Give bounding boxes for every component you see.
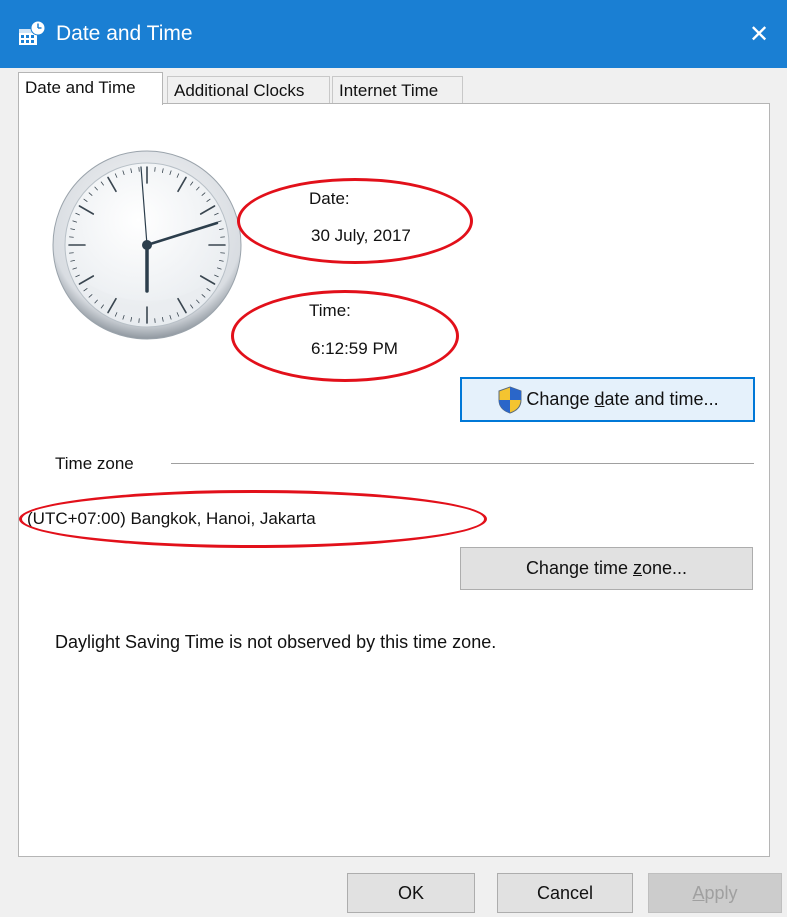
tab-panel-date-and-time: Date: 30 July, 2017 Time: 6:12:59 PM Cha…: [18, 103, 770, 857]
dialog-footer: OK Cancel Apply: [0, 857, 787, 917]
tab-internet-time[interactable]: Internet Time: [332, 76, 463, 104]
change-date-and-time-label: Change date and time...: [526, 389, 719, 409]
time-label: Time:: [309, 301, 351, 320]
close-icon: ✕: [748, 20, 770, 48]
tab-date-and-time[interactable]: Date and Time: [18, 72, 163, 105]
change-date-and-time-button[interactable]: Change date and time...: [460, 377, 755, 422]
tab-additional-clocks[interactable]: Additional Clocks: [167, 76, 330, 104]
apply-button[interactable]: Apply: [648, 873, 782, 913]
apply-label: Apply: [692, 882, 738, 903]
uac-shield-icon: [498, 385, 522, 414]
red-annotation-ellipse: [237, 178, 473, 264]
time-zone-group-label: Time zone: [55, 454, 134, 473]
analog-clock-icon: [52, 150, 242, 340]
group-divider: [171, 463, 754, 464]
close-button[interactable]: ✕: [731, 0, 787, 68]
change-time-zone-label: Change time zone...: [525, 558, 688, 578]
date-value: 30 July, 2017: [311, 226, 411, 245]
cancel-button[interactable]: Cancel: [497, 873, 633, 913]
title-bar: Date and Time ✕: [0, 0, 787, 68]
date-label: Date:: [309, 189, 350, 208]
ok-button[interactable]: OK: [347, 873, 475, 913]
window-title: Date and Time: [56, 22, 193, 45]
time-value: 6:12:59 PM: [311, 339, 398, 358]
date-time-control-panel-icon: [19, 20, 46, 45]
change-time-zone-button[interactable]: Change time zone...: [460, 547, 753, 590]
dst-note: Daylight Saving Time is not observed by …: [55, 632, 497, 652]
time-zone-value: (UTC+07:00) Bangkok, Hanoi, Jakarta: [27, 509, 316, 528]
